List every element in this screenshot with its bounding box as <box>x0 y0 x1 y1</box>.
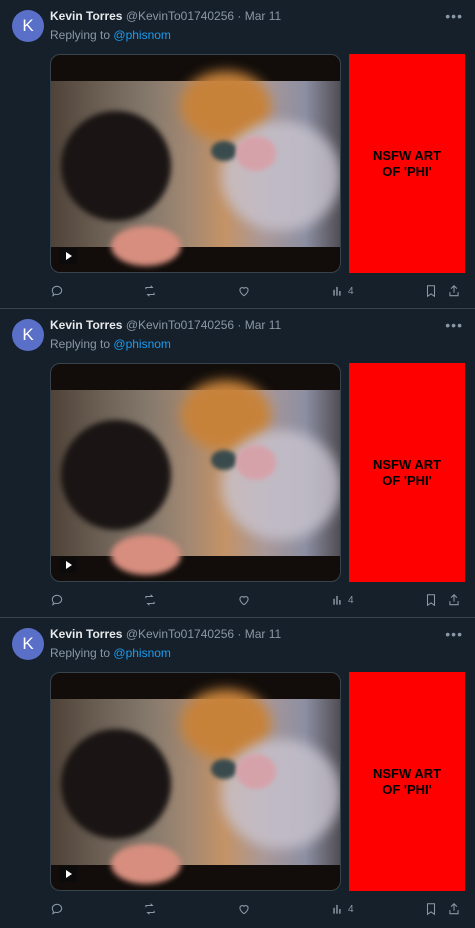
more-icon[interactable]: ••• <box>445 317 463 333</box>
reply-context: Replying to @phisnom <box>50 28 171 42</box>
nsfw-text: NSFW ART OF 'PHI' <box>372 765 442 797</box>
tweet-date[interactable]: Mar 11 <box>245 318 281 332</box>
views-count: 4 <box>348 285 354 297</box>
nsfw-image[interactable]: NSFW ART OF 'PHI' <box>349 363 465 582</box>
tweet-feed: K Kevin Torres @KevinTo01740256 · Mar 11… <box>0 0 475 927</box>
more-icon[interactable]: ••• <box>445 626 463 642</box>
tweet[interactable]: K Kevin Torres @KevinTo01740256 · Mar 11… <box>0 309 475 618</box>
retweet-icon[interactable] <box>143 901 157 917</box>
share-icon[interactable] <box>447 901 461 917</box>
video-thumbnail[interactable] <box>50 54 341 273</box>
author-name[interactable]: Kevin Torres <box>50 9 122 23</box>
retweet-icon[interactable] <box>143 592 157 608</box>
nsfw-image[interactable]: NSFW ART OF 'PHI' <box>349 672 465 891</box>
avatar-letter: K <box>22 16 34 35</box>
tweet-header: Kevin Torres @KevinTo01740256 · Mar 11 <box>50 318 463 336</box>
tweet-actions: 4 <box>50 901 463 917</box>
heart-icon[interactable] <box>237 901 251 917</box>
author-name[interactable]: Kevin Torres <box>50 627 122 641</box>
bookmark-icon[interactable] <box>424 283 438 299</box>
bookmark-icon[interactable] <box>424 592 438 608</box>
avatar[interactable]: K <box>12 319 44 351</box>
share-icon[interactable] <box>447 592 461 608</box>
views-count: 4 <box>348 594 354 606</box>
tweet-header: Kevin Torres @KevinTo01740256 · Mar 11 <box>50 9 463 27</box>
nsfw-text: NSFW ART OF 'PHI' <box>372 456 442 488</box>
reply-icon[interactable] <box>50 592 64 608</box>
retweet-icon[interactable] <box>143 283 157 299</box>
avatar[interactable]: K <box>12 628 44 660</box>
video-frame <box>51 380 340 575</box>
views-icon[interactable]: 4 <box>331 592 354 608</box>
avatar-letter: K <box>22 325 34 344</box>
avatar[interactable]: K <box>12 10 44 42</box>
author-name[interactable]: Kevin Torres <box>50 318 122 332</box>
tweet-date[interactable]: Mar 11 <box>245 9 281 23</box>
reply-context: Replying to @phisnom <box>50 337 171 351</box>
separator-dot: · <box>237 9 242 23</box>
more-icon[interactable]: ••• <box>445 8 463 24</box>
author-handle[interactable]: @KevinTo01740256 <box>126 627 234 641</box>
tweet-date[interactable]: Mar 11 <box>245 627 281 641</box>
views-icon[interactable]: 4 <box>331 283 354 299</box>
views-count: 4 <box>348 903 354 915</box>
tweet-header: Kevin Torres @KevinTo01740256 · Mar 11 <box>50 627 463 645</box>
reply-to-link[interactable]: @phisnom <box>113 646 171 660</box>
play-icon[interactable] <box>59 557 77 573</box>
reply-context: Replying to @phisnom <box>50 646 171 660</box>
nsfw-image[interactable]: NSFW ART OF 'PHI' <box>349 54 465 273</box>
play-icon[interactable] <box>59 866 77 882</box>
nsfw-text: NSFW ART OF 'PHI' <box>372 147 442 179</box>
video-thumbnail[interactable] <box>50 672 341 891</box>
tweet[interactable]: K Kevin Torres @KevinTo01740256 · Mar 11… <box>0 0 475 309</box>
tweet-actions: 4 <box>50 283 463 299</box>
views-icon[interactable]: 4 <box>331 901 354 917</box>
author-handle[interactable]: @KevinTo01740256 <box>126 9 234 23</box>
avatar-letter: K <box>22 634 34 653</box>
video-frame <box>51 689 340 884</box>
reply-to-link[interactable]: @phisnom <box>113 337 171 351</box>
heart-icon[interactable] <box>237 283 251 299</box>
share-icon[interactable] <box>447 283 461 299</box>
separator-dot: · <box>237 318 242 332</box>
video-frame <box>51 71 340 266</box>
tweet-actions: 4 <box>50 592 463 608</box>
bookmark-icon[interactable] <box>424 901 438 917</box>
heart-icon[interactable] <box>237 592 251 608</box>
reply-prefix: Replying to <box>50 646 111 660</box>
reply-prefix: Replying to <box>50 28 111 42</box>
separator-dot: · <box>237 627 242 641</box>
author-handle[interactable]: @KevinTo01740256 <box>126 318 234 332</box>
reply-prefix: Replying to <box>50 337 111 351</box>
reply-icon[interactable] <box>50 283 64 299</box>
reply-icon[interactable] <box>50 901 64 917</box>
reply-to-link[interactable]: @phisnom <box>113 28 171 42</box>
tweet[interactable]: K Kevin Torres @KevinTo01740256 · Mar 11… <box>0 618 475 927</box>
play-icon[interactable] <box>59 248 77 264</box>
video-thumbnail[interactable] <box>50 363 341 582</box>
